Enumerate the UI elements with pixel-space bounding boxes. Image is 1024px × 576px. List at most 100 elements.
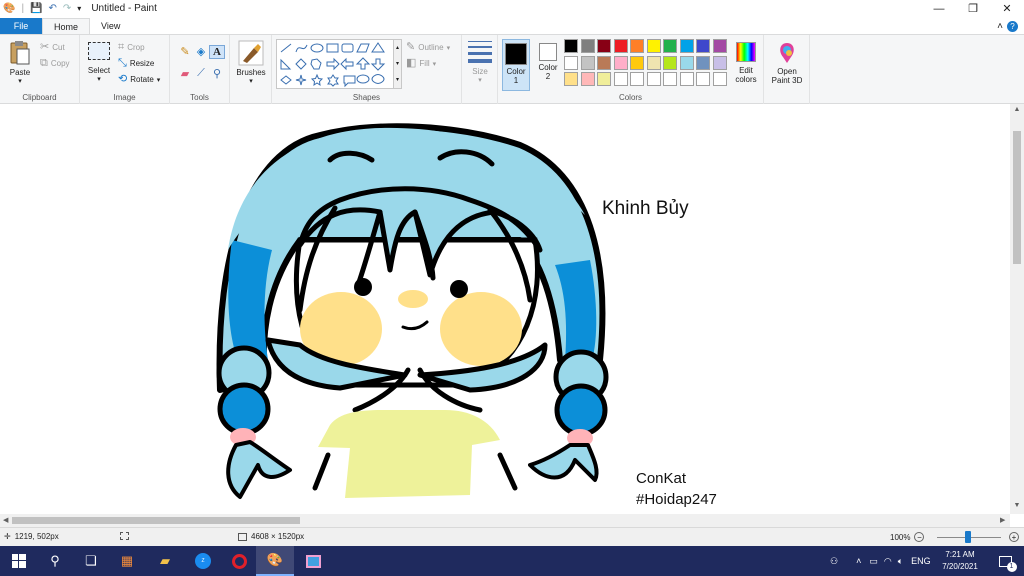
palette-swatch[interactable] (696, 39, 710, 53)
palette-swatch[interactable] (712, 55, 727, 70)
select-button[interactable]: Select ▾ (84, 42, 114, 84)
vertical-scrollbar[interactable]: ▲ ▼ (1010, 104, 1024, 514)
scroll-left-arrow[interactable]: ◀ (3, 514, 8, 527)
palette-swatch[interactable] (613, 55, 628, 70)
zoom-slider-thumb[interactable] (965, 531, 971, 543)
copy-button[interactable]: ⧉ Copy (40, 58, 70, 69)
crop-button[interactable]: ⌗ Crop (118, 42, 145, 53)
shapes-scroll[interactable]: ▴ ▾ ▾ (394, 39, 402, 89)
palette-swatch[interactable] (663, 72, 677, 86)
palette-swatch[interactable] (597, 72, 611, 86)
zoom-out-icon[interactable]: − (914, 532, 925, 542)
task-view-button[interactable]: ❏ (72, 546, 110, 576)
language-indicator[interactable]: ENG (911, 556, 931, 566)
palette-swatch[interactable] (580, 39, 595, 53)
color2-selector[interactable]: Color 2 (534, 43, 562, 81)
palette-swatch[interactable] (712, 39, 727, 53)
redo-icon[interactable]: ↷ (63, 0, 71, 18)
customize-qat-icon[interactable]: ▾ (77, 0, 81, 18)
save-icon[interactable]: 💾 (30, 0, 42, 18)
palette-swatch[interactable] (630, 55, 644, 70)
palette-swatch[interactable] (663, 39, 677, 53)
palette-swatch[interactable] (679, 55, 694, 70)
collapse-ribbon-icon[interactable]: ˄ (997, 21, 1003, 32)
taskbar-app-1[interactable]: ▦ (108, 546, 146, 576)
palette-swatch[interactable] (564, 39, 578, 53)
palette-swatch[interactable] (613, 39, 628, 53)
status-bar: ✛ 1219, 502px 4608 × 1520px 100% − + (0, 527, 1024, 546)
close-button[interactable]: ✕ (990, 0, 1024, 18)
help-icon[interactable]: ? (1007, 20, 1018, 32)
size-button[interactable]: Size ▾ (465, 41, 495, 85)
palette-swatch[interactable] (646, 72, 661, 86)
scroll-up-arrow[interactable]: ▲ (1010, 106, 1024, 113)
palette-swatch[interactable] (646, 39, 661, 53)
color-picker-icon[interactable]: ⟋ (193, 67, 209, 80)
fill-bucket-icon[interactable]: ◈ (193, 45, 209, 59)
eraser-icon[interactable]: ▰ (177, 67, 193, 80)
palette-swatch[interactable] (663, 55, 677, 70)
palette-swatch[interactable] (646, 55, 661, 70)
taskbar-zalo[interactable]: Z (184, 546, 222, 576)
palette-swatch[interactable] (580, 55, 595, 70)
clock[interactable]: 7:21 AM 7/20/2021 (937, 549, 983, 573)
magnifier-icon[interactable]: ⚲ (209, 67, 225, 80)
search-button[interactable]: ⚲ (36, 546, 74, 576)
palette-swatch[interactable] (580, 72, 595, 86)
cut-button[interactable]: ✂ Cut (40, 42, 65, 53)
maximize-button[interactable]: ❐ (956, 0, 990, 18)
palette-swatch[interactable] (679, 72, 694, 86)
paint-window: 🎨 | 💾 ↶ ↷ ▾ Untitled - Paint — ❐ ✕ File … (0, 0, 1024, 576)
palette-swatch[interactable] (630, 72, 644, 86)
taskbar-paint[interactable]: 🎨 (256, 546, 294, 576)
canvas-text-author: ConKat (636, 470, 687, 487)
taskbar-photos[interactable] (294, 546, 332, 576)
outline-button[interactable]: ✎ Outline ▾ (406, 42, 450, 53)
open-paint3d-button[interactable]: Open Paint 3D (767, 41, 807, 85)
horizontal-scrollbar[interactable]: ◀ ▶ (0, 514, 1010, 527)
resize-button[interactable]: ⤡ Resize (118, 58, 154, 69)
palette-swatch[interactable] (597, 39, 611, 53)
palette-swatch[interactable] (597, 55, 611, 70)
start-button[interactable] (0, 546, 38, 576)
pencil-icon[interactable]: ✎ (177, 45, 193, 59)
undo-icon[interactable]: ↶ (49, 0, 57, 18)
scroll-down-arrow[interactable]: ▼ (1010, 502, 1024, 509)
drawing-canvas[interactable] (0, 104, 1010, 514)
tab-home[interactable]: Home (42, 18, 91, 34)
canvas-area[interactable]: Khinh Bủy ConKat #Hoidap247 (0, 104, 1010, 514)
text-tool-icon[interactable]: A (209, 45, 225, 59)
horizontal-scroll-thumb[interactable] (12, 517, 300, 524)
action-center-button[interactable]: 1 (986, 546, 1024, 576)
cheek-right (440, 292, 522, 366)
minimize-button[interactable]: — (922, 0, 956, 18)
palette-swatch[interactable] (712, 72, 727, 86)
tab-file[interactable]: File (0, 18, 42, 34)
colors-group: Color 1 Color 2 Edit colors Colors (498, 35, 764, 104)
color1-selector[interactable]: Color 1 (502, 39, 530, 91)
palette-swatch[interactable] (696, 55, 710, 70)
zoom-in-icon[interactable]: + (1009, 532, 1019, 542)
palette-swatch[interactable] (564, 72, 578, 86)
palette-swatch[interactable] (613, 72, 628, 86)
tab-view[interactable]: View (90, 18, 131, 34)
rotate-button[interactable]: ⟲ Rotate ▾ (118, 74, 160, 85)
edit-colors-button[interactable]: Edit colors (730, 42, 762, 84)
brushes-button[interactable]: Brushes ▾ (234, 40, 268, 86)
volume-icon[interactable]: 🔈︎ (898, 556, 903, 567)
palette-swatch[interactable] (564, 55, 578, 70)
taskbar-opera[interactable] (220, 546, 258, 576)
battery-icon[interactable]: ▭ (869, 556, 878, 567)
shapes-gallery[interactable] (276, 39, 394, 89)
fill-button[interactable]: ◧ Fill ▾ (406, 58, 436, 69)
people-icon[interactable]: ⚇ (830, 556, 838, 567)
vertical-scroll-thumb[interactable] (1013, 131, 1021, 264)
wifi-icon[interactable]: ◠ (884, 556, 892, 567)
scroll-right-arrow[interactable]: ▶ (1000, 514, 1005, 527)
show-hidden-icons-icon[interactable]: ˄ (856, 556, 861, 566)
palette-swatch[interactable] (679, 39, 694, 53)
palette-swatch[interactable] (696, 72, 710, 86)
paste-button[interactable]: Paste ▾ (5, 40, 35, 86)
palette-swatch[interactable] (630, 39, 644, 53)
taskbar-file-explorer[interactable]: ▰ (146, 546, 184, 576)
